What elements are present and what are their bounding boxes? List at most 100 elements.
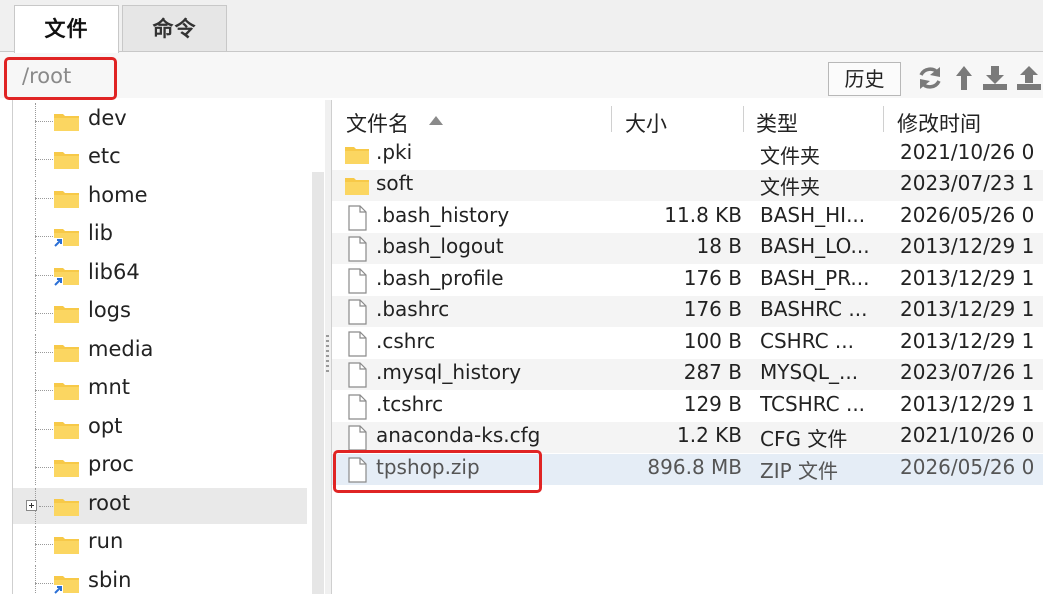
file-modified: 2013/12/29 1 <box>900 297 1035 321</box>
column-header-name[interactable]: 文件名 <box>346 108 409 138</box>
file-row[interactable]: .pki 文件夹 2021/10/26 0 <box>332 139 1043 170</box>
file-row[interactable]: soft 文件夹 2023/07/23 1 <box>332 170 1043 201</box>
file-icon <box>348 362 367 388</box>
file-modified: 2026/05/26 0 <box>900 455 1035 479</box>
file-name: .bashrc <box>376 297 450 321</box>
file-row[interactable]: .cshrc 100 B CSHRC ... 2013/12/29 1 <box>332 328 1043 359</box>
tree-item-label: proc <box>88 452 134 476</box>
file-name: .bash_profile <box>376 266 504 290</box>
folder-icon <box>54 345 79 362</box>
file-icon <box>348 299 367 325</box>
file-name: anaconda-ks.cfg <box>376 423 541 447</box>
tree-item-opt[interactable]: opt <box>13 411 307 447</box>
folder-icon <box>54 422 79 439</box>
tree-item-label: run <box>88 529 124 553</box>
file-modified: 2013/12/29 1 <box>900 392 1035 416</box>
file-size: 11.8 KB <box>664 203 742 227</box>
tree-item-mnt[interactable]: mnt <box>13 372 307 408</box>
tree-item-sbin[interactable]: sbin <box>13 565 307 594</box>
column-separator[interactable] <box>611 106 612 132</box>
file-name: .bash_history <box>376 203 510 227</box>
tree-item-lib64[interactable]: lib64 <box>13 257 307 293</box>
file-row[interactable]: .bash_history 11.8 KB BASH_HI... 2026/05… <box>332 202 1043 233</box>
tree-item-label: dev <box>88 106 127 130</box>
file-size: 896.8 MB <box>647 455 742 479</box>
folder-icon <box>54 114 79 131</box>
history-button[interactable]: 历史 <box>828 62 901 96</box>
tree-item-dev[interactable]: dev <box>13 103 307 139</box>
file-row[interactable]: anaconda-ks.cfg 1.2 KB CFG 文件 2021/10/26… <box>332 422 1043 453</box>
file-type: BASHRC ... <box>760 297 868 321</box>
tree-item-label: etc <box>88 144 121 168</box>
folder-icon <box>54 499 79 516</box>
file-row[interactable]: .tcshrc 129 B TCSHRC ... 2013/12/29 1 <box>332 391 1043 422</box>
folder-link-icon <box>54 268 79 286</box>
file-size: 100 B <box>683 329 742 353</box>
file-name: .pki <box>376 140 413 164</box>
column-header-modified[interactable]: 修改时间 <box>897 108 981 138</box>
column-separator[interactable] <box>743 106 744 132</box>
splitter-grip <box>326 335 329 375</box>
up-dir-icon[interactable] <box>952 64 980 92</box>
file-type: BASH_LO... <box>760 234 870 258</box>
column-header-type[interactable]: 类型 <box>756 108 798 138</box>
tree-scrollbar[interactable] <box>312 172 324 594</box>
file-size: 287 B <box>683 360 742 384</box>
directory-tree[interactable]: dev etc home lib lib64 logs media mnt op <box>13 100 325 594</box>
folder-icon <box>54 191 79 208</box>
folder-icon <box>54 383 79 400</box>
file-type: BASH_PR... <box>760 266 870 290</box>
file-modified: 2021/10/26 0 <box>900 140 1035 164</box>
file-modified: 2013/12/29 1 <box>900 329 1035 353</box>
tree-item-proc[interactable]: proc <box>13 449 307 485</box>
file-row[interactable]: .mysql_history 287 B MYSQL_... 2023/07/2… <box>332 359 1043 390</box>
tree-item-logs[interactable]: logs <box>13 295 307 331</box>
file-type: ZIP 文件 <box>760 459 839 483</box>
file-type: 文件夹 <box>760 175 820 199</box>
download-icon[interactable] <box>981 64 1009 92</box>
upload-icon[interactable] <box>1015 64 1043 92</box>
file-type: CFG 文件 <box>760 427 848 451</box>
file-size: 18 B <box>696 234 742 258</box>
file-name: .tcshrc <box>376 392 444 416</box>
folder-link-icon <box>54 576 79 594</box>
column-separator[interactable] <box>883 106 884 132</box>
file-name: .bash_logout <box>376 234 504 258</box>
file-icon <box>348 236 367 262</box>
file-icon <box>348 205 367 231</box>
column-header-size[interactable]: 大小 <box>625 108 667 138</box>
tree-item-label: media <box>88 337 154 361</box>
file-row[interactable]: .bash_profile 176 B BASH_PR... 2013/12/2… <box>332 265 1043 296</box>
tree-item-label: home <box>88 183 148 207</box>
file-size: 176 B <box>683 297 742 321</box>
file-type: CSHRC ... <box>760 329 854 353</box>
tree-item-lib[interactable]: lib <box>13 218 307 254</box>
tab-files[interactable]: 文件 <box>14 5 119 53</box>
tree-item-label: sbin <box>88 568 132 592</box>
file-modified: 2013/12/29 1 <box>900 234 1035 258</box>
tree-item-label: lib <box>88 221 113 245</box>
file-row[interactable]: .bash_logout 18 B BASH_LO... 2013/12/29 … <box>332 233 1043 264</box>
file-highlight-box <box>333 450 542 493</box>
tree-item-home[interactable]: home <box>13 180 307 216</box>
tab-commands[interactable]: 命令 <box>122 5 227 51</box>
tree-item-label: opt <box>88 414 123 438</box>
file-modified: 2026/05/26 0 <box>900 203 1035 227</box>
tree-item-etc[interactable]: etc <box>13 141 307 177</box>
file-name: soft <box>376 171 414 195</box>
file-icon <box>348 331 367 357</box>
file-name: .cshrc <box>376 329 436 353</box>
tree-item-media[interactable]: media <box>13 334 307 370</box>
tree-item-root[interactable]: root <box>13 488 307 524</box>
folder-icon <box>54 537 79 554</box>
file-icon <box>348 425 367 451</box>
file-modified: 2023/07/23 1 <box>900 171 1035 195</box>
file-list[interactable]: 文件名 大小 类型 修改时间 .pki 文件夹 2021/10/26 0 sof… <box>331 100 1043 594</box>
refresh-icon[interactable] <box>916 64 944 92</box>
expand-toggle-icon[interactable] <box>26 500 37 511</box>
tree-item-run[interactable]: run <box>13 526 307 562</box>
file-type: MYSQL_... <box>760 360 859 384</box>
file-type: 文件夹 <box>760 144 820 168</box>
file-icon <box>348 394 367 420</box>
file-row[interactable]: .bashrc 176 B BASHRC ... 2013/12/29 1 <box>332 296 1043 327</box>
